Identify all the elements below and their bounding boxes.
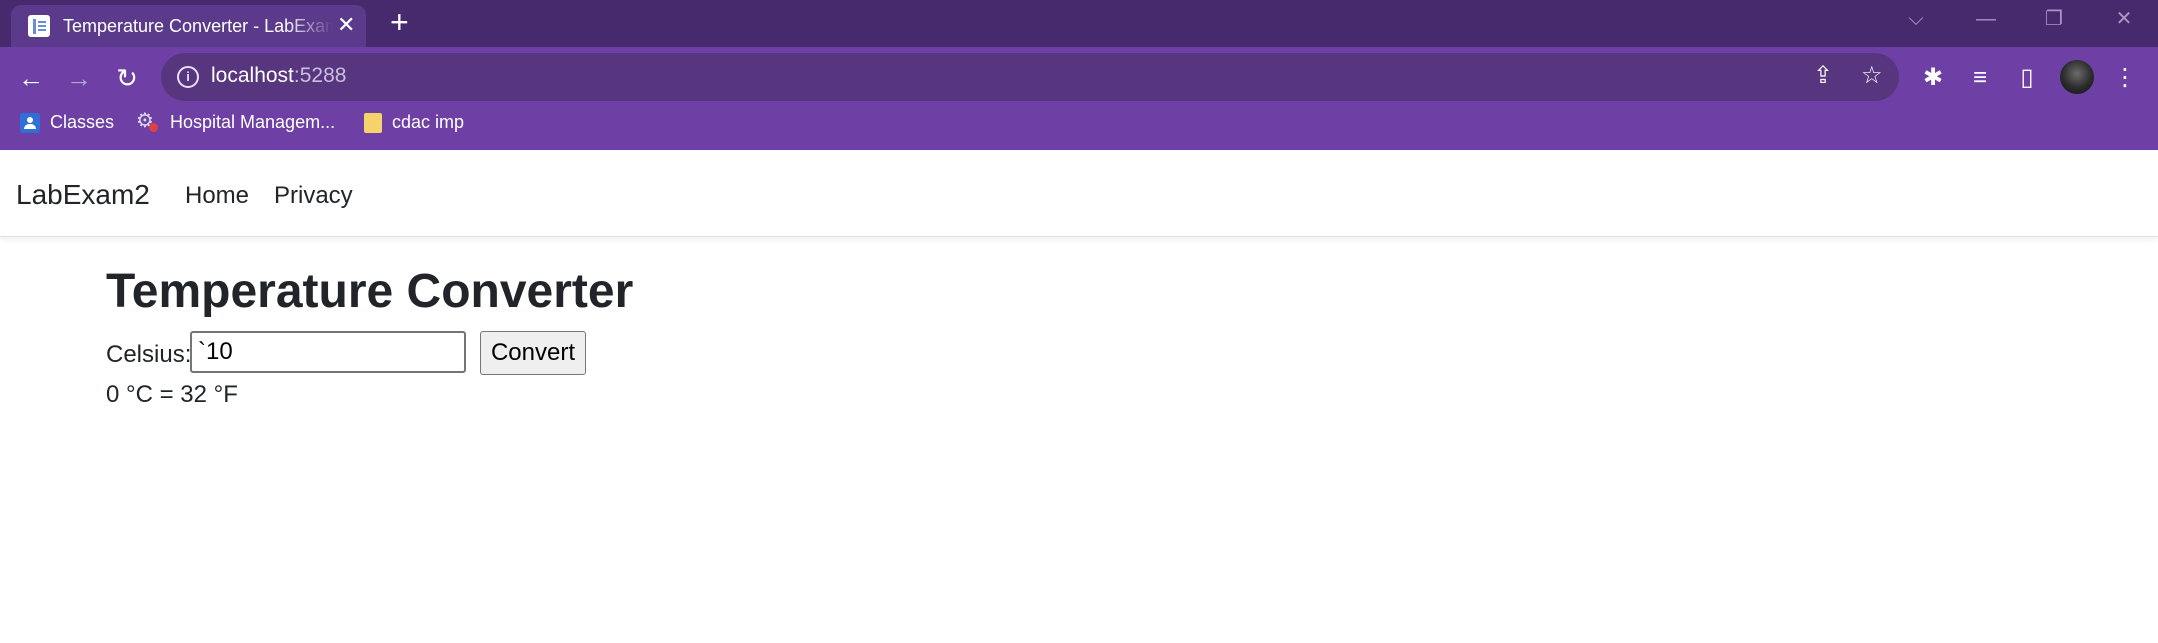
- nav-home-link[interactable]: Home: [185, 182, 249, 210]
- browser-tab[interactable]: Temperature Converter - LabExam2 ✕: [11, 5, 366, 47]
- bookmark-label: Hospital Managem...: [170, 112, 336, 132]
- tab-search-chevron-icon[interactable]: ⌵: [1896, 4, 1936, 34]
- reload-icon[interactable]: ↻: [110, 61, 144, 95]
- url-port: :5288: [293, 64, 347, 87]
- close-window-button[interactable]: ✕: [2104, 4, 2144, 34]
- app-navbar: LabExam2 Home Privacy: [0, 152, 2158, 237]
- restore-button[interactable]: ❐: [2034, 4, 2074, 34]
- bookmark-label: cdac imp: [392, 112, 465, 132]
- tab-close-icon[interactable]: ✕: [337, 12, 355, 38]
- page-title: Temperature Converter: [106, 265, 634, 318]
- bookmark-hospital[interactable]: Hospital Managem...: [136, 109, 336, 134]
- tab-strip: Temperature Converter - LabExam2 ✕ + ⌵ —…: [0, 0, 2158, 47]
- side-panel-icon[interactable]: ▯: [2010, 61, 2044, 95]
- tab-title: Temperature Converter - LabExam2: [63, 16, 333, 36]
- back-icon[interactable]: ←: [14, 61, 48, 95]
- extensions-icon[interactable]: ✱: [1916, 61, 1950, 95]
- user-icon: [20, 113, 40, 134]
- menu-icon[interactable]: ⋮: [2108, 61, 2142, 95]
- converter-form: Celsius: Convert: [106, 331, 706, 377]
- favicon-icon: [28, 15, 50, 37]
- bookmark-label: Classes: [50, 112, 115, 132]
- brand-link[interactable]: LabExam2: [16, 179, 150, 211]
- address-bar[interactable]: i localhost:5288 ⇪ ☆: [161, 53, 1899, 101]
- url-host: localhost: [211, 64, 294, 87]
- star-icon[interactable]: ☆: [1861, 61, 1883, 91]
- bookmarks-bar: Classes Hospital Managem... cdac imp: [0, 100, 2158, 150]
- celsius-label: Celsius:: [106, 341, 192, 368]
- minimize-button[interactable]: —: [1966, 4, 2006, 34]
- result-text: 0 °C = 32 °F: [106, 381, 238, 408]
- convert-button[interactable]: Convert: [480, 331, 586, 375]
- bookmark-classes[interactable]: Classes: [20, 110, 114, 134]
- nav-privacy-link[interactable]: Privacy: [274, 182, 353, 210]
- site-info-icon[interactable]: i: [177, 66, 199, 88]
- main-content: Temperature Converter Celsius: Convert 0…: [106, 258, 634, 408]
- folder-icon: [364, 113, 382, 134]
- forward-icon[interactable]: →: [62, 61, 96, 95]
- url-text[interactable]: localhost:5288: [211, 64, 346, 88]
- share-icon[interactable]: ⇪: [1813, 61, 1833, 91]
- new-tab-button[interactable]: +: [390, 4, 409, 40]
- celsius-input[interactable]: [190, 331, 466, 373]
- profile-avatar[interactable]: [2060, 60, 2094, 94]
- gear-icon: [136, 109, 160, 133]
- bookmark-cdac[interactable]: cdac imp: [364, 110, 464, 134]
- media-control-icon[interactable]: ≡: [1963, 61, 1997, 95]
